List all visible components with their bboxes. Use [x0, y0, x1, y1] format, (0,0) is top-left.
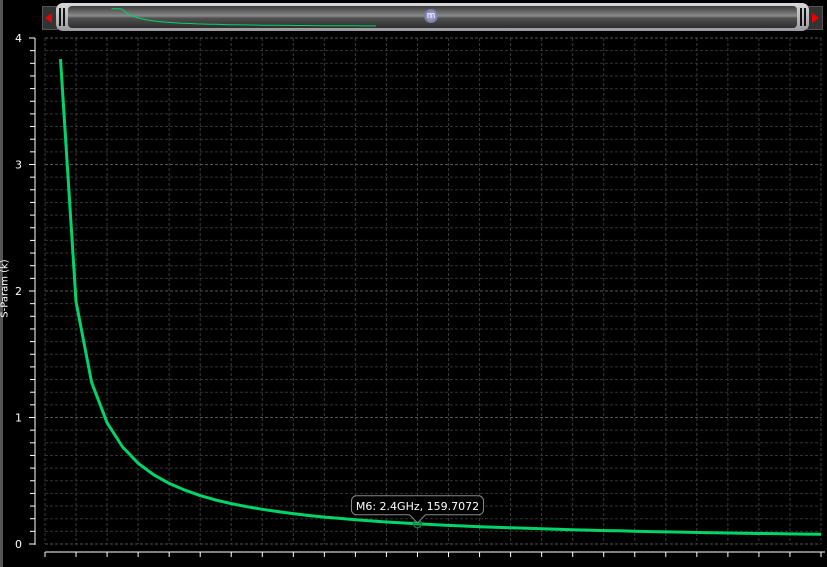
y-tick-label: 3 — [15, 159, 22, 172]
series-line — [59, 59, 822, 536]
marker-m6[interactable]: M6: 2.4GHz, 159.7072 — [350, 495, 484, 529]
grid — [44, 37, 822, 545]
marker-tooltip-label: M6: 2.4GHz, 159.7072 — [356, 500, 479, 513]
series — [59, 59, 822, 536]
y-axis-label: S-Param (k) — [0, 259, 11, 318]
y-tick-label: 0 — [15, 538, 22, 551]
axes: 0 1 2 3 4 — [15, 32, 825, 557]
y-tick-label: 2 — [15, 285, 22, 298]
y-tick-label: 4 — [15, 32, 22, 45]
chart-area: 0 1 2 3 4 M6: 2.4GHz, 159.7072 — [15, 32, 825, 557]
y-tick-label: 1 — [15, 412, 22, 425]
